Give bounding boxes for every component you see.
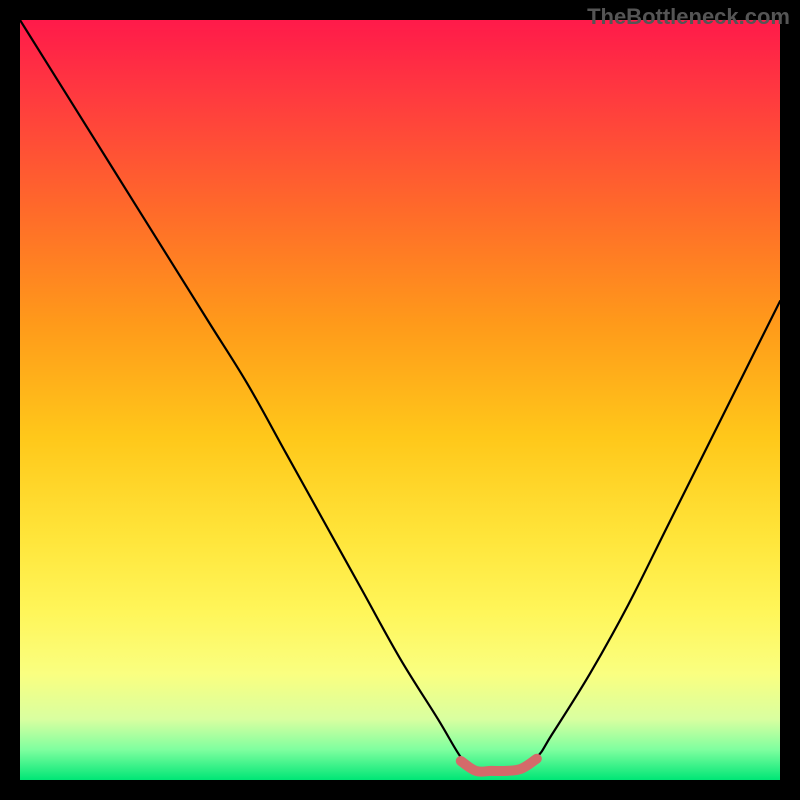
sweet-spot-marker bbox=[461, 759, 537, 772]
curve-layer bbox=[20, 20, 780, 780]
plot-area bbox=[20, 20, 780, 780]
chart-frame: TheBottleneck.com bbox=[0, 0, 800, 800]
bottleneck-curve bbox=[20, 20, 780, 774]
watermark-text: TheBottleneck.com bbox=[587, 4, 790, 30]
